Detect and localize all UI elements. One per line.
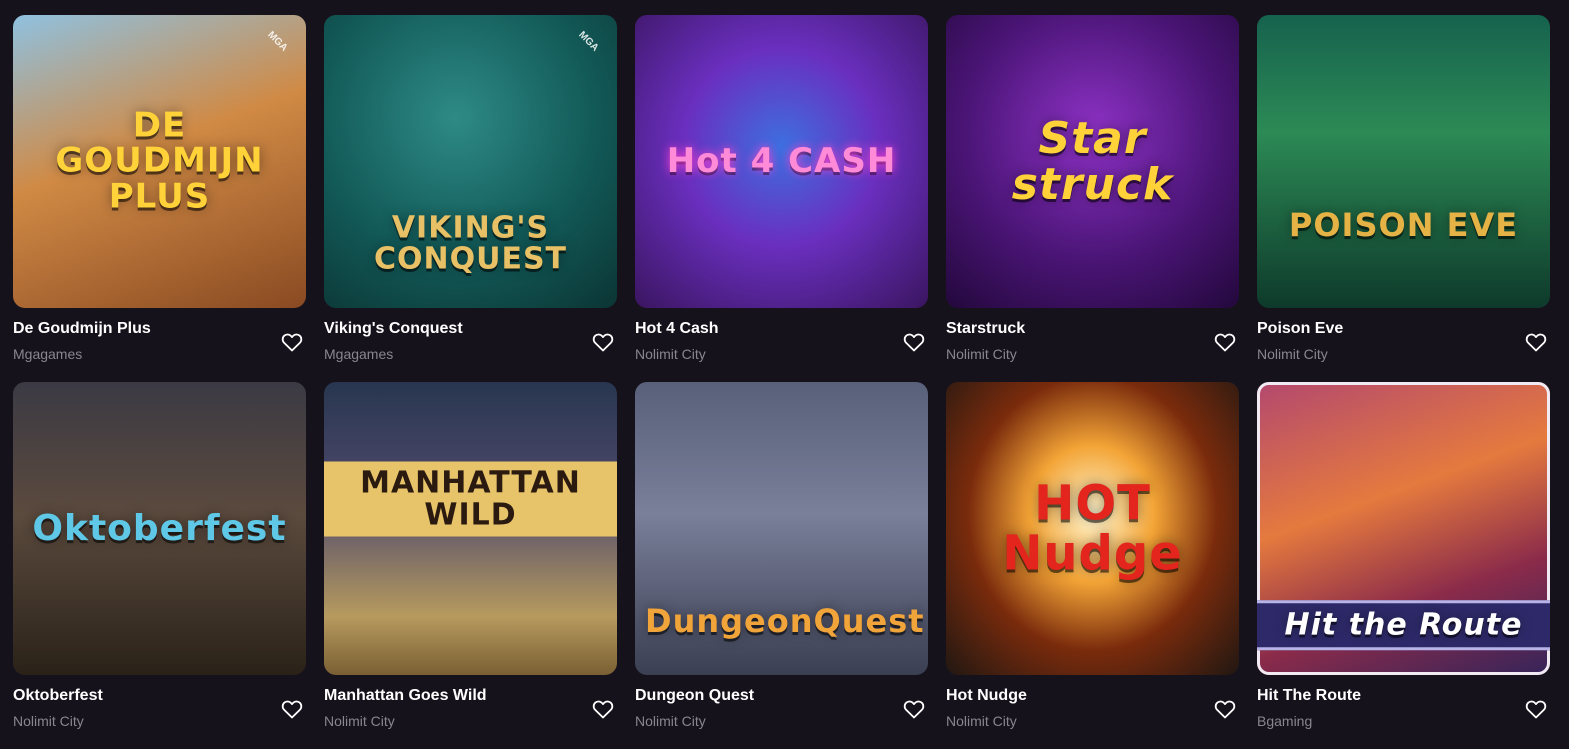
game-provider: Nolimit City	[13, 713, 84, 729]
game-provider: Nolimit City	[635, 346, 706, 362]
game-meta: Hit The Route Bgaming	[1257, 675, 1550, 749]
game-thumbnail[interactable]: Hit the Route	[1257, 382, 1550, 675]
game-thumbnail[interactable]: Oktoberfest	[13, 382, 306, 675]
game-art-title: DungeonQuest	[645, 602, 925, 641]
game-card[interactable]: HOT Nudge Hot Nudge Nolimit City	[946, 382, 1239, 744]
game-thumbnail[interactable]: Hot 4 CASH	[635, 15, 928, 308]
game-provider: Mgagames	[324, 346, 394, 362]
game-art-title: POISON EVE	[1288, 206, 1519, 245]
game-art-title: VIKING'S CONQUEST	[373, 210, 568, 277]
game-name[interactable]: Hot 4 Cash	[635, 320, 719, 338]
game-name[interactable]: Hot Nudge	[946, 687, 1027, 705]
game-meta: Starstruck Nolimit City	[946, 308, 1239, 382]
game-card[interactable]: Oktoberfest Oktoberfest Nolimit City	[13, 382, 306, 744]
game-name[interactable]: De Goudmijn Plus	[13, 320, 151, 338]
game-provider: Nolimit City	[1257, 346, 1328, 362]
game-card[interactable]: MANHATTAN WILD Manhattan Goes Wild Nolim…	[324, 382, 617, 744]
game-meta: Oktoberfest Nolimit City	[13, 675, 306, 749]
heart-outline-icon[interactable]	[280, 330, 304, 354]
heart-outline-icon[interactable]	[1524, 330, 1548, 354]
game-card[interactable]: POISON EVE Poison Eve Nolimit City	[1257, 15, 1550, 382]
game-thumbnail[interactable]: MGA DE GOUDMIJN PLUS	[13, 15, 306, 308]
game-art-title: Hot 4 CASH	[666, 140, 897, 181]
game-card[interactable]: MGA DE GOUDMIJN PLUS De Goudmijn Plus Mg…	[13, 15, 306, 382]
game-card[interactable]: Star struck Starstruck Nolimit City	[946, 15, 1239, 382]
game-name[interactable]: Hit The Route	[1257, 687, 1361, 705]
game-thumbnail[interactable]: Star struck	[946, 15, 1239, 308]
game-card[interactable]: Hit the Route Hit The Route Bgaming	[1257, 382, 1550, 744]
heart-outline-icon[interactable]	[1213, 330, 1237, 354]
heart-outline-icon[interactable]	[1213, 697, 1237, 721]
game-meta: Poison Eve Nolimit City	[1257, 308, 1550, 382]
game-provider: Nolimit City	[946, 346, 1017, 362]
game-thumbnail[interactable]: POISON EVE	[1257, 15, 1550, 308]
game-meta: Hot 4 Cash Nolimit City	[635, 308, 928, 382]
game-grid: MGA DE GOUDMIJN PLUS De Goudmijn Plus Mg…	[13, 15, 1550, 744]
game-meta: Manhattan Goes Wild Nolimit City	[324, 675, 617, 749]
game-meta: Viking's Conquest Mgagames	[324, 308, 617, 382]
game-name[interactable]: Oktoberfest	[13, 687, 103, 705]
game-name[interactable]: Poison Eve	[1257, 320, 1343, 338]
heart-outline-icon[interactable]	[591, 330, 615, 354]
game-art-title: Hit the Route	[1257, 600, 1550, 650]
game-name[interactable]: Manhattan Goes Wild	[324, 687, 487, 705]
game-provider: Nolimit City	[324, 713, 395, 729]
game-art-title: Oktoberfest	[32, 507, 287, 549]
game-thumbnail[interactable]: DungeonQuest	[635, 382, 928, 675]
game-art-title: Star struck	[1011, 112, 1174, 210]
game-meta: Hot Nudge Nolimit City	[946, 675, 1239, 749]
mga-badge: MGA	[576, 29, 601, 54]
game-name[interactable]: Starstruck	[946, 320, 1025, 338]
game-meta: De Goudmijn Plus Mgagames	[13, 308, 306, 382]
game-art-title: DE GOUDMIJN PLUS	[55, 104, 264, 217]
game-art-title: MANHATTAN WILD	[324, 461, 617, 537]
game-provider: Nolimit City	[635, 713, 706, 729]
game-card[interactable]: Hot 4 CASH Hot 4 Cash Nolimit City	[635, 15, 928, 382]
game-provider: Bgaming	[1257, 713, 1313, 729]
game-thumbnail[interactable]: MANHATTAN WILD	[324, 382, 617, 675]
game-card[interactable]: MGA VIKING'S CONQUEST Viking's Conquest …	[324, 15, 617, 382]
heart-outline-icon[interactable]	[280, 697, 304, 721]
game-provider: Mgagames	[13, 346, 83, 362]
game-name[interactable]: Dungeon Quest	[635, 687, 754, 705]
mga-badge: MGA	[265, 29, 290, 54]
heart-outline-icon[interactable]	[1524, 697, 1548, 721]
game-thumbnail[interactable]: MGA VIKING'S CONQUEST	[324, 15, 617, 308]
game-name[interactable]: Viking's Conquest	[324, 320, 463, 338]
heart-outline-icon[interactable]	[902, 330, 926, 354]
heart-outline-icon[interactable]	[902, 697, 926, 721]
game-card[interactable]: DungeonQuest Dungeon Quest Nolimit City	[635, 382, 928, 744]
game-thumbnail[interactable]: HOT Nudge	[946, 382, 1239, 675]
game-provider: Nolimit City	[946, 713, 1017, 729]
heart-outline-icon[interactable]	[591, 697, 615, 721]
game-art-title: HOT Nudge	[1002, 475, 1183, 582]
game-meta: Dungeon Quest Nolimit City	[635, 675, 928, 749]
